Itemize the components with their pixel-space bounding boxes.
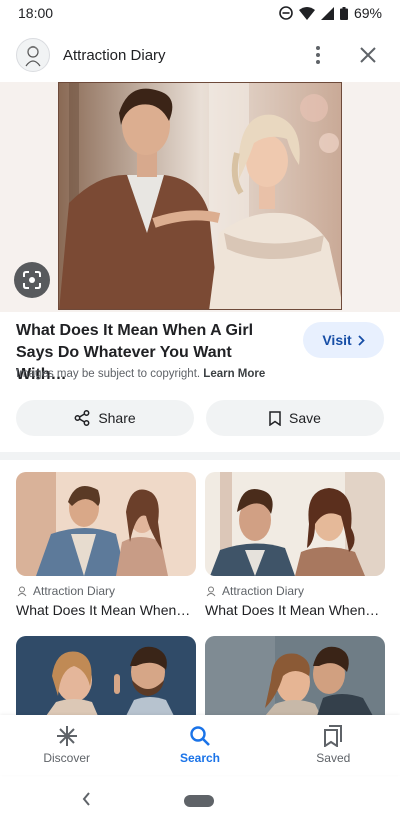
chevron-right-icon	[358, 334, 365, 346]
related-image[interactable]	[16, 636, 196, 716]
related-card[interactable]	[205, 636, 385, 716]
bookmark-icon	[269, 410, 281, 426]
lens-icon	[23, 271, 41, 289]
bottom-navigation: Discover Search Saved	[0, 715, 400, 775]
home-handle[interactable]	[184, 795, 214, 807]
related-title[interactable]: What Does It Mean When…	[205, 602, 385, 618]
clock: 18:00	[18, 5, 54, 21]
result-header: Attraction Diary	[0, 34, 400, 76]
save-label: Save	[289, 410, 321, 426]
more-options-button[interactable]	[302, 39, 334, 71]
main-image[interactable]	[58, 82, 342, 310]
nav-saved[interactable]: Saved	[283, 725, 383, 765]
signal-icon	[320, 6, 334, 20]
related-card[interactable]	[16, 636, 196, 716]
site-name[interactable]: Attraction Diary	[63, 47, 302, 64]
nav-search-label: Search	[179, 751, 220, 765]
share-button[interactable]: Share	[16, 400, 194, 436]
related-image[interactable]	[16, 472, 196, 576]
section-divider	[0, 452, 400, 460]
nav-discover[interactable]: Discover	[17, 725, 117, 765]
close-button[interactable]	[352, 39, 384, 71]
close-icon	[360, 47, 376, 63]
related-card[interactable]: Attraction Diary What Does It Mean When…	[205, 472, 385, 618]
nav-search[interactable]: Search	[150, 725, 250, 765]
learn-more-link[interactable]: Learn More	[203, 368, 265, 380]
share-label: Share	[98, 410, 136, 426]
more-vert-icon	[316, 46, 320, 64]
copyright-notice: Images may be subject to copyright. Lear…	[16, 368, 265, 380]
image-preview-area	[0, 82, 400, 312]
chevron-left-icon	[82, 792, 90, 806]
battery-percent: 69%	[353, 5, 382, 21]
save-button[interactable]: Save	[206, 400, 384, 436]
related-source: Attraction Diary	[222, 584, 305, 598]
copyright-text: Images may be subject to copyright.	[16, 368, 201, 380]
system-navigation-bar	[0, 780, 400, 822]
nav-saved-label: Saved	[316, 751, 351, 765]
asterisk-icon	[56, 726, 77, 746]
lens-button[interactable]	[14, 262, 50, 298]
back-button[interactable]	[80, 790, 92, 813]
wifi-icon	[298, 6, 315, 20]
search-icon	[190, 726, 210, 746]
site-logo-icon	[25, 45, 41, 67]
related-image[interactable]	[205, 636, 385, 716]
share-icon	[74, 410, 90, 426]
visit-label: Visit	[322, 332, 352, 348]
dnd-icon	[279, 6, 293, 20]
related-title[interactable]: What Does It Mean When…	[16, 602, 196, 618]
site-favicon-icon	[206, 586, 216, 597]
related-source: Attraction Diary	[33, 584, 116, 598]
related-image[interactable]	[205, 472, 385, 576]
related-card[interactable]: Attraction Diary What Does It Mean When…	[16, 472, 196, 618]
visit-button[interactable]: Visit	[303, 322, 384, 358]
site-favicon-icon	[17, 586, 27, 597]
status-bar: 18:00 69%	[0, 0, 400, 26]
site-avatar[interactable]	[16, 38, 50, 72]
bookmark-stack-icon	[324, 725, 343, 747]
nav-discover-label: Discover	[43, 751, 90, 765]
battery-icon	[339, 6, 348, 20]
